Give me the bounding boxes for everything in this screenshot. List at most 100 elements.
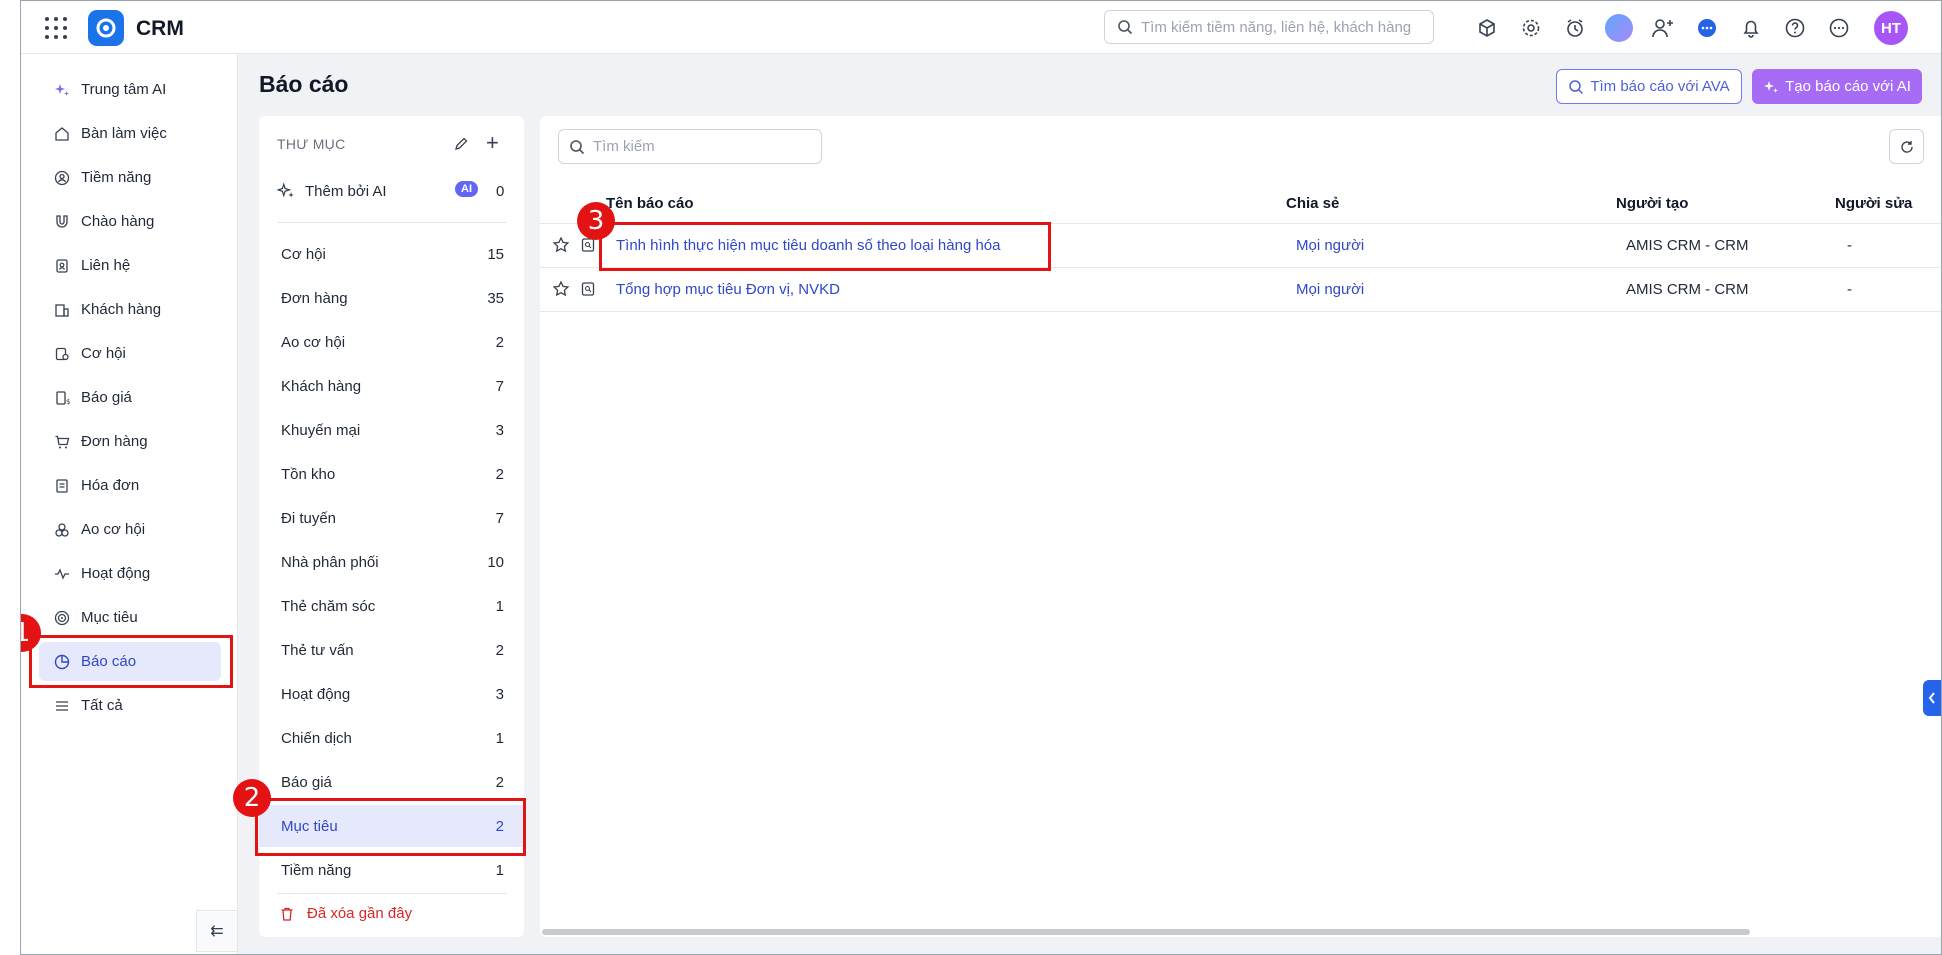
help-icon[interactable]: [1779, 12, 1811, 44]
folder-count: 2: [495, 773, 504, 791]
column-header-share[interactable]: Chia sẻ: [1286, 195, 1339, 212]
folder-label: Hoạt động: [281, 685, 351, 703]
add-folder-icon[interactable]: +: [486, 130, 499, 156]
settings-gear-icon[interactable]: [1515, 12, 1547, 44]
add-user-icon[interactable]: [1647, 12, 1679, 44]
folder-item-opportunity-pool[interactable]: Ao cơ hội 2: [259, 321, 524, 363]
create-report-ai-button[interactable]: Tạo báo cáo với AI: [1752, 69, 1922, 104]
user-avatar[interactable]: HT: [1874, 11, 1908, 45]
editor: -: [1847, 281, 1852, 298]
horizontal-scrollbar[interactable]: [542, 929, 1750, 935]
top-bar: CRM HT: [21, 1, 1941, 54]
assistant-avatar-icon[interactable]: [1603, 12, 1635, 44]
sidebar-item-workspace[interactable]: Bàn làm việc: [39, 114, 221, 153]
sidebar-item-customers[interactable]: Khách hàng: [39, 290, 221, 329]
home-icon: [53, 125, 71, 143]
folder-item-activities[interactable]: Hoạt động 3: [259, 673, 524, 715]
folder-item-consult-cards[interactable]: Thẻ tư vấn 2: [259, 629, 524, 671]
folder-label: Đơn hàng: [281, 289, 348, 307]
folder-label: Báo giá: [281, 773, 332, 791]
opportunity-icon: [53, 345, 71, 363]
column-header-name[interactable]: Tên báo cáo: [606, 195, 694, 212]
chevron-left-icon[interactable]: [1923, 680, 1941, 716]
column-header-editor[interactable]: Người sửa: [1835, 195, 1912, 212]
folder-item-added-by-ai[interactable]: Thêm bởi AI AI 0: [277, 181, 507, 200]
folder-count: 0: [496, 182, 505, 200]
folder-label: Khách hàng: [281, 377, 362, 395]
sidebar-item-targets[interactable]: Mục tiêu: [39, 598, 221, 637]
report-name-link[interactable]: Tổng hợp mục tiêu Đơn vị, NVKD: [616, 281, 840, 298]
cart-icon: [53, 433, 71, 451]
sidebar-item-opportunity-pool[interactable]: Ao cơ hội: [39, 510, 221, 549]
column-header-creator[interactable]: Người tạo: [1616, 195, 1688, 212]
recently-deleted-link[interactable]: Đã xóa gần đây: [279, 905, 412, 922]
search-icon: [570, 139, 585, 154]
sidebar-item-quotes[interactable]: $ Báo giá: [39, 378, 221, 417]
svg-text:$: $: [66, 398, 70, 406]
sidebar-item-invoices[interactable]: Hóa đơn: [39, 466, 221, 505]
collapse-sidebar-icon[interactable]: ⇇: [196, 910, 238, 952]
cube-icon[interactable]: [1471, 12, 1503, 44]
folder-count: 1: [495, 861, 504, 879]
folder-count: 2: [495, 641, 504, 659]
star-icon[interactable]: [552, 280, 570, 302]
global-search[interactable]: [1104, 10, 1434, 44]
folder-label: Khuyến mại: [281, 421, 361, 439]
sidebar-item-label: Liên hệ: [81, 257, 131, 274]
sidebar-item-orders[interactable]: Đơn hàng: [39, 422, 221, 461]
share-link[interactable]: Mọi người: [1296, 237, 1364, 254]
sidebar-item-label: Ao cơ hội: [81, 521, 146, 538]
editor: -: [1847, 237, 1852, 254]
table-row[interactable]: Tổng hợp mục tiêu Đơn vị, NVKD Mọi người…: [540, 268, 1941, 312]
sidebar-item-activities[interactable]: Hoạt động: [39, 554, 221, 593]
folder-panel-title: THƯ MỤC: [277, 136, 346, 152]
report-doc-icon: [580, 281, 596, 301]
folder-item-routes[interactable]: Đi tuyến 7: [259, 497, 524, 539]
folder-item-distributors[interactable]: Nhà phân phối 10: [259, 541, 524, 583]
folder-item-opportunities[interactable]: Cơ hội 15: [259, 233, 524, 275]
highlight-box-step2: [255, 798, 526, 856]
more-icon[interactable]: [1823, 12, 1855, 44]
folder-item-quotes[interactable]: Báo giá 2: [259, 761, 524, 803]
sidebar-item-ai-center[interactable]: Trung tâm AI: [39, 70, 221, 109]
sidebar-item-all[interactable]: Tất cả: [39, 686, 221, 725]
folder-label: Ao cơ hội: [281, 333, 346, 351]
folder-item-orders[interactable]: Đơn hàng 35: [259, 277, 524, 319]
activity-icon: [53, 565, 71, 583]
chat-icon[interactable]: [1691, 12, 1723, 44]
folder-item-customers[interactable]: Khách hàng 7: [259, 365, 524, 407]
refresh-icon[interactable]: [1889, 129, 1924, 164]
table-header: Tên báo cáo Chia sẻ Người tạo Người sửa: [540, 184, 1941, 224]
quote-icon: $: [53, 389, 71, 407]
folder-item-care-cards[interactable]: Thẻ chăm sóc 1: [259, 585, 524, 627]
find-report-ava-button[interactable]: Tìm báo cáo với AVA: [1556, 69, 1742, 104]
alarm-clock-icon[interactable]: [1559, 12, 1591, 44]
report-search[interactable]: [558, 129, 822, 164]
edit-folder-icon[interactable]: [453, 136, 469, 157]
sidebar-item-label: Tất cả: [81, 697, 123, 714]
find-report-ava-label: Tìm báo cáo với AVA: [1590, 78, 1730, 95]
building-icon: [53, 301, 71, 319]
report-search-input[interactable]: [593, 138, 813, 155]
folder-count: 3: [495, 685, 504, 703]
divider: [277, 222, 507, 223]
step-marker-2: 2: [233, 779, 271, 817]
apps-grid-icon[interactable]: [45, 17, 67, 39]
share-link[interactable]: Mọi người: [1296, 281, 1364, 298]
ai-search-icon: [1569, 79, 1584, 94]
sidebar-item-opportunities[interactable]: Cơ hội: [39, 334, 221, 373]
folder-label: Thẻ chăm sóc: [281, 597, 376, 615]
folder-item-promotions[interactable]: Khuyến mại 3: [259, 409, 524, 451]
global-search-input[interactable]: [1141, 18, 1421, 36]
lead-icon: [53, 169, 71, 187]
folder-item-inventory[interactable]: Tồn kho 2: [259, 453, 524, 495]
sidebar-item-leads[interactable]: Tiềm năng: [39, 158, 221, 197]
sparkle-icon: [277, 182, 294, 198]
contact-card-icon: [53, 257, 71, 275]
bell-icon[interactable]: [1735, 12, 1767, 44]
folder-item-campaigns[interactable]: Chiến dịch 1: [259, 717, 524, 759]
sidebar-item-contacts[interactable]: Liên hệ: [39, 246, 221, 285]
sidebar-item-offers[interactable]: Chào hàng: [39, 202, 221, 241]
crm-logo-icon[interactable]: [88, 10, 124, 46]
star-icon[interactable]: [552, 236, 570, 258]
